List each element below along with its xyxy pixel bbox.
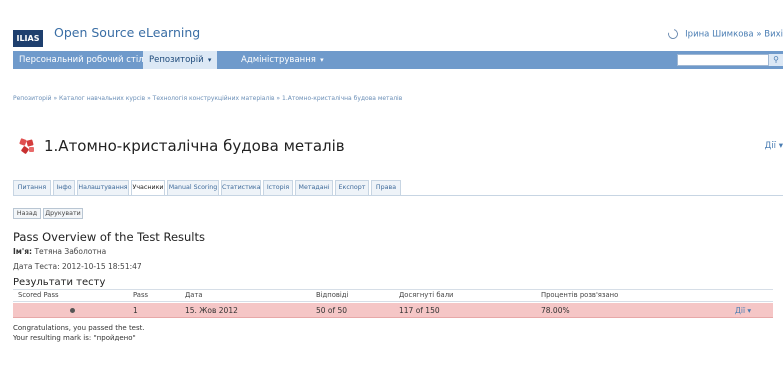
cell-date: 15. Жов 2012 (185, 306, 238, 315)
online-status-icon[interactable] (666, 27, 681, 41)
tab-participants[interactable]: Учасники (131, 180, 165, 196)
row-actions-button[interactable]: Дії ▾ (735, 306, 751, 315)
col-scored-pass[interactable]: Scored Pass (18, 291, 59, 299)
menu-label: Репозиторій (149, 55, 204, 65)
search-icon[interactable]: ⚲ (769, 54, 783, 66)
menu-administration[interactable]: Адміністрування ▾ (235, 51, 330, 69)
ilias-logo[interactable]: ILIAS (13, 30, 43, 47)
col-pass[interactable]: Pass (133, 291, 148, 299)
tab-manual-scoring[interactable]: Manual Scoring (167, 180, 219, 195)
date-value: 2012-10-15 18:51:47 (62, 262, 142, 271)
scored-pass-indicator-icon (70, 308, 75, 313)
search-input[interactable] (677, 54, 769, 66)
name-value: Тетяна Заболотна (34, 247, 107, 256)
tab-statistics[interactable]: Статистика (221, 180, 261, 195)
print-button[interactable]: Друкувати (43, 208, 83, 219)
col-answers[interactable]: Відповіді (316, 291, 348, 299)
cell-points: 117 of 150 (399, 306, 440, 315)
tab-metadata[interactable]: Метадані (295, 180, 333, 195)
chevron-down-icon: ▾ (317, 56, 324, 64)
back-button[interactable]: Назад (13, 208, 41, 219)
tab-history[interactable]: Історія (263, 180, 293, 195)
chevron-down-icon: ▾ (745, 306, 752, 315)
menu-personal-desktop[interactable]: Персональний робочий стіл ▾ (13, 51, 157, 69)
cell-percent: 78.00% (541, 306, 570, 315)
test-date-line: Дата Теста: 2012-10-15 18:51:47 (13, 262, 142, 271)
actions-label: Дії (764, 141, 777, 151)
top-header: ILIAS Open Source eLearning Ірина Шимков… (0, 0, 783, 50)
pass-message: Congratulations, you passed the test. (13, 324, 145, 332)
pass-overview-heading: Pass Overview of the Test Results (13, 230, 205, 244)
tab-permissions[interactable]: Права (371, 180, 401, 195)
cell-pass: 1 (133, 306, 138, 315)
menu-repository[interactable]: Репозиторій ▾ (143, 51, 218, 69)
col-percent[interactable]: Процентів розв'язано (541, 291, 618, 299)
chevron-down-icon: ▾ (776, 141, 783, 151)
tab-info[interactable]: Інфо (53, 180, 75, 195)
menu-label: Адміністрування (241, 55, 316, 65)
participant-name: Ім'я: Тетяна Заболотна (13, 247, 106, 256)
menu-label: Персональний робочий стіл (19, 55, 144, 65)
col-points[interactable]: Досягнуті бали (399, 291, 453, 299)
chevron-down-icon: ▾ (205, 56, 212, 64)
page-title: 1.Атомно-кристалічна будова металів (44, 137, 345, 155)
row-actions-label: Дії (735, 306, 746, 315)
tab-divider (13, 195, 783, 196)
results-heading: Результати тесту (13, 277, 106, 288)
user-name-link[interactable]: Ірина Шимкова » Вихі (685, 30, 783, 40)
breadcrumb[interactable]: Репозиторій » Каталог навчальних курсів … (13, 95, 402, 102)
name-label: Ім'я: (13, 247, 33, 256)
col-date[interactable]: Дата (185, 291, 203, 299)
test-object-icon (19, 138, 34, 154)
date-label: Дата Теста: (13, 262, 60, 271)
cell-answers: 50 of 50 (316, 306, 348, 315)
actions-menu-button[interactable]: Дії ▾ (765, 141, 783, 151)
tab-export[interactable]: Експорт (335, 180, 369, 195)
site-title[interactable]: Open Source eLearning (54, 25, 200, 40)
user-area: Ірина Шимкова » Вихі (666, 27, 783, 41)
tab-questions[interactable]: Питання (13, 180, 51, 195)
main-menu-bar: Персональний робочий стіл ▾ Репозиторій … (13, 51, 783, 69)
table-row: 1 15. Жов 2012 50 of 50 117 of 150 78.00… (13, 303, 773, 318)
mark-message: Your resulting mark is: "пройдено" (13, 334, 136, 342)
tab-settings[interactable]: Налаштування (77, 180, 129, 195)
results-table-header: Scored Pass Pass Дата Відповіді Досягнут… (13, 289, 773, 302)
